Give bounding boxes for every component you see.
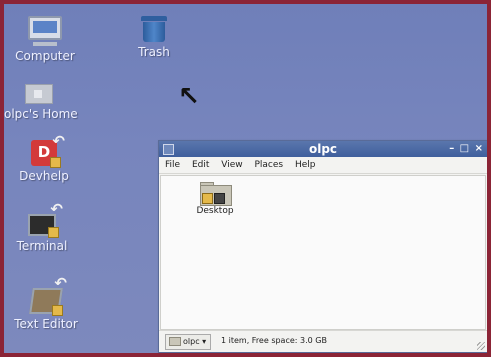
menu-file[interactable]: File bbox=[165, 160, 180, 170]
desktop-icon-label: Terminal bbox=[16, 239, 68, 253]
shortcut-arrow-icon: ↶ bbox=[54, 274, 67, 292]
desktop-icon-label: Computer bbox=[15, 49, 75, 63]
desktop-icon-computer[interactable]: Computer bbox=[14, 16, 76, 63]
location-dropdown[interactable]: olpc ▾ bbox=[165, 334, 212, 350]
file-item-label: Desktop bbox=[196, 206, 234, 216]
terminal-icon: ↶ bbox=[25, 200, 63, 238]
computer-icon bbox=[14, 16, 76, 46]
desktop-icon-terminal[interactable]: ↶ Terminal bbox=[12, 200, 72, 253]
menu-view[interactable]: View bbox=[221, 160, 242, 170]
menu-bar: File Edit View Places Help bbox=[159, 157, 487, 174]
folder-icon bbox=[169, 337, 181, 346]
lock-emblem-icon bbox=[50, 157, 61, 168]
menu-help[interactable]: Help bbox=[295, 160, 316, 170]
maximize-button[interactable]: □ bbox=[460, 143, 470, 154]
text-editor-icon: ↶ bbox=[29, 274, 67, 316]
shortcut-arrow-icon: ↶ bbox=[52, 132, 65, 150]
close-button[interactable]: × bbox=[475, 143, 484, 154]
trash-icon bbox=[128, 16, 180, 42]
window-titlebar[interactable]: olpc – □ × bbox=[159, 141, 487, 157]
shortcut-arrow-icon: ↶ bbox=[50, 200, 63, 218]
desktop-icon-label: Devhelp bbox=[19, 169, 69, 183]
desktop-icon-home[interactable]: olpc's Home bbox=[4, 84, 78, 121]
menu-places[interactable]: Places bbox=[254, 160, 283, 170]
file-manager-window: olpc – □ × File Edit View Places Help De… bbox=[158, 140, 487, 353]
resize-grip-icon[interactable] bbox=[477, 342, 485, 350]
status-text: 1 item, Free space: 3.0 GB bbox=[221, 336, 327, 345]
menu-edit[interactable]: Edit bbox=[192, 160, 209, 170]
status-bar: olpc ▾ 1 item, Free space: 3.0 GB bbox=[159, 330, 487, 352]
location-label: olpc ▾ bbox=[183, 337, 207, 346]
desktop-icon-label: olpc's Home bbox=[4, 107, 78, 121]
window-controls: – □ × bbox=[449, 141, 484, 157]
desktop-icon-label: Text Editor bbox=[14, 317, 78, 331]
desktop-icon-trash[interactable]: Trash bbox=[128, 16, 180, 59]
lock-emblem-icon bbox=[52, 305, 63, 316]
file-item-desktop[interactable]: Desktop bbox=[191, 182, 239, 216]
devhelp-icon: D ↶ bbox=[27, 132, 65, 168]
minimize-button[interactable]: – bbox=[449, 143, 455, 154]
folder-icon bbox=[200, 182, 232, 206]
desktop: Computer Trash olpc's Home D ↶ Devhelp ↶… bbox=[4, 4, 487, 353]
home-folder-icon bbox=[4, 84, 74, 104]
file-view[interactable]: Desktop bbox=[160, 175, 486, 330]
desktop-icon-label: Trash bbox=[138, 45, 170, 59]
lock-emblem-icon bbox=[48, 227, 59, 238]
mouse-cursor-icon: ↖ bbox=[178, 82, 200, 112]
desktop-icon-text-editor[interactable]: ↶ Text Editor bbox=[14, 274, 78, 331]
desktop-icon-devhelp[interactable]: D ↶ Devhelp bbox=[14, 132, 74, 183]
window-title: olpc bbox=[308, 142, 338, 156]
